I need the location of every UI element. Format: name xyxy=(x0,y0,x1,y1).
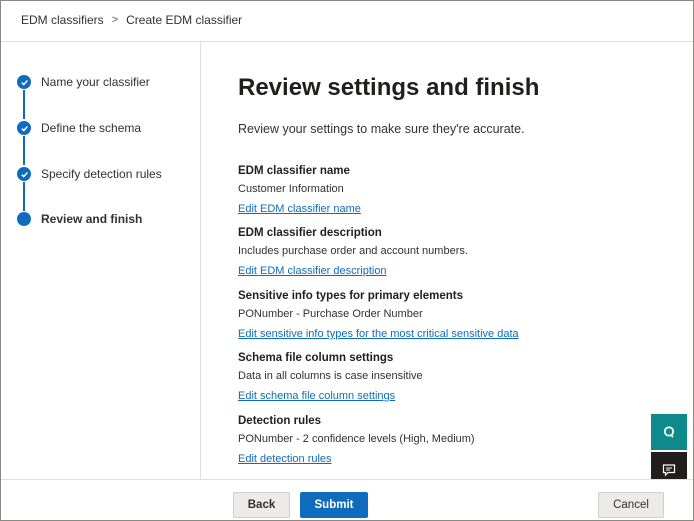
checkmark-icon xyxy=(17,121,31,135)
header: EDM classifiers > Create EDM classifier xyxy=(1,1,693,42)
submit-button[interactable]: Submit xyxy=(300,492,368,518)
wizard-steps-nav: Name your classifier Define the schema S… xyxy=(1,42,201,479)
section-classifier-description: EDM classifier description Includes purc… xyxy=(238,224,658,280)
breadcrumb-create-edm-classifier: Create EDM classifier xyxy=(126,13,243,27)
section-sensitive-info-types: Sensitive info types for primary element… xyxy=(238,287,658,343)
step-name-your-classifier[interactable]: Name your classifier xyxy=(17,72,150,92)
breadcrumb-edm-classifiers[interactable]: EDM classifiers xyxy=(21,13,104,27)
step-label: Define the schema xyxy=(41,121,142,135)
step-review-and-finish[interactable]: Review and finish xyxy=(17,209,142,229)
section-heading: Schema file column settings xyxy=(238,352,394,364)
section-schema-file-column-settings: Schema file column settings Data in all … xyxy=(238,349,658,405)
step-connector xyxy=(23,182,25,211)
section-value: PONumber - 2 confidence levels (High, Me… xyxy=(238,433,475,445)
section-heading: Detection rules xyxy=(238,415,322,427)
current-step-dot-icon xyxy=(17,212,31,226)
intro-text: Review your settings to make sure they'r… xyxy=(238,122,525,136)
section-classifier-name: EDM classifier name Customer Information… xyxy=(238,162,658,218)
assistant-button[interactable] xyxy=(651,414,687,450)
breadcrumb: EDM classifiers > Create EDM classifier xyxy=(21,13,242,27)
step-label: Name your classifier xyxy=(41,75,150,89)
step-define-the-schema[interactable]: Define the schema xyxy=(17,118,141,138)
page-title: Review settings and finish xyxy=(238,74,540,101)
checkmark-icon xyxy=(17,167,31,181)
step-connector xyxy=(23,90,25,119)
section-detection-rules: Detection rules PONumber - 2 confidence … xyxy=(238,412,658,468)
back-button[interactable]: Back xyxy=(233,492,290,518)
footer: Back Submit Cancel xyxy=(1,479,693,520)
wizard-window: EDM classifiers > Create EDM classifier … xyxy=(0,0,694,521)
feedback-icon xyxy=(662,464,676,477)
section-heading: EDM classifier description xyxy=(238,227,382,239)
edit-classifier-name-link[interactable]: Edit EDM classifier name xyxy=(238,200,361,218)
section-value: PONumber - Purchase Order Number xyxy=(238,308,423,320)
checkmark-icon xyxy=(17,75,31,89)
chevron-right-icon: > xyxy=(111,14,119,26)
section-heading: Sensitive info types for primary element… xyxy=(238,290,463,302)
edit-schema-file-column-settings-link[interactable]: Edit schema file column settings xyxy=(238,387,395,405)
step-specify-detection-rules[interactable]: Specify detection rules xyxy=(17,164,162,184)
section-value: Data in all columns is case insensitive xyxy=(238,370,423,382)
section-value: Includes purchase order and account numb… xyxy=(238,245,468,257)
section-heading: EDM classifier name xyxy=(238,165,350,177)
step-label: Review and finish xyxy=(41,212,143,226)
cancel-button[interactable]: Cancel xyxy=(598,492,664,518)
edit-classifier-description-link[interactable]: Edit EDM classifier description xyxy=(238,262,387,280)
step-connector xyxy=(23,136,25,165)
section-value: Customer Information xyxy=(238,183,344,195)
edit-sensitive-info-types-link[interactable]: Edit sensitive info types for the most c… xyxy=(238,325,519,343)
assistant-icon xyxy=(663,426,675,438)
step-label: Specify detection rules xyxy=(41,167,162,181)
edit-detection-rules-link[interactable]: Edit detection rules xyxy=(238,450,332,468)
